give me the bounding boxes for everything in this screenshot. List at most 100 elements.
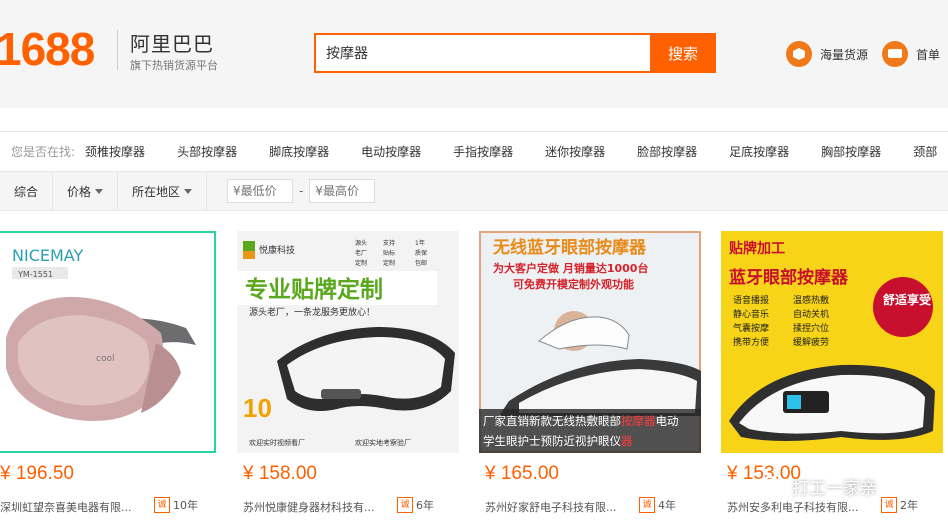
- brand-logo-text: NICEMAY: [12, 246, 83, 265]
- link-first-order-label: 首单: [916, 47, 941, 62]
- model-text: YM-1551: [17, 270, 53, 279]
- truck-icon: [882, 41, 908, 67]
- suggestion-item[interactable]: 脸部按摩器: [637, 143, 697, 160]
- svg-text:质保: 质保: [415, 249, 427, 257]
- chengxintong-badge-icon: 诚: [397, 497, 413, 513]
- headline-text: 蓝牙眼部按摩器: [729, 267, 849, 288]
- suggestion-item[interactable]: 电动按摩器: [361, 143, 421, 160]
- suggestion-item[interactable]: 颈椎按摩器: [85, 143, 145, 160]
- svg-text:贴标: 贴标: [383, 249, 395, 257]
- svg-text:1年: 1年: [415, 239, 425, 247]
- trust-years: 诚 6年: [397, 497, 434, 513]
- footer-left-text: 欢迎实时视频看厂: [249, 438, 305, 447]
- product-card[interactable]: NICEMAY YM-1551 cool ¥ 196.50 深圳虹望奈喜美电器有…: [0, 231, 216, 528]
- caret-down-icon: [184, 188, 193, 194]
- tag-text: 贴牌加工: [729, 240, 785, 257]
- company-link[interactable]: 深圳虹望奈喜美电器有限...: [0, 499, 150, 515]
- search-button[interactable]: 搜索: [650, 33, 716, 73]
- min-price-input[interactable]: [227, 179, 294, 203]
- suggestion-item[interactable]: 手指按摩器: [453, 143, 513, 160]
- filter-bar: 综合 价格 所在地区 -: [0, 171, 948, 211]
- header: 1688 阿里巴巴 旗下热销货源平台 搜索 海量货源 首单: [0, 0, 948, 108]
- watermark: 打工一家亲: [760, 474, 877, 499]
- stamp-text: 舒适享受: [882, 292, 931, 307]
- headline-text: 专业贴牌定制: [245, 276, 383, 303]
- years-label: 4年: [658, 499, 676, 512]
- logo-1688[interactable]: 1688: [0, 22, 95, 76]
- brand-text: 悦康科技: [259, 244, 295, 256]
- logo-title[interactable]: 阿里巴巴: [130, 28, 214, 57]
- logo-subtitle: 旗下热销货源平台: [130, 59, 218, 72]
- chengxintong-badge-icon: 诚: [881, 497, 897, 513]
- svg-text:定制: 定制: [355, 259, 367, 267]
- trust-years: 诚 10年: [154, 497, 198, 513]
- search-input[interactable]: [316, 35, 650, 71]
- link-first-order[interactable]: 首单: [882, 40, 940, 68]
- trust-years: 诚 2年: [881, 497, 918, 513]
- product-price: ¥ 158.00: [243, 463, 317, 484]
- search-box: [314, 33, 652, 73]
- company-link[interactable]: 苏州悦康健身器材科技有...: [243, 499, 393, 515]
- svg-text:老厂: 老厂: [355, 249, 367, 257]
- headline-text: 无线蓝牙眼部按摩器: [492, 237, 647, 258]
- line2-text: 为大客户定做 月销量达1000台: [493, 261, 648, 275]
- chengxintong-badge-icon: 诚: [154, 497, 170, 513]
- price-range: -: [207, 179, 376, 203]
- wechat-icon: [760, 475, 787, 498]
- product-image[interactable]: 贴牌加工 蓝牙眼部按摩器 语音播报 温感热敷 静心音乐 自动关机 气囊按摩 揉捏…: [721, 231, 943, 453]
- title-text: 厂家直销新款无线热敷眼部: [483, 414, 621, 428]
- region-filter[interactable]: 所在地区: [118, 172, 208, 210]
- suggestion-item[interactable]: 头部按摩器: [177, 143, 237, 160]
- sort-default[interactable]: 综合: [0, 172, 54, 210]
- price-range-dash: -: [299, 184, 304, 198]
- line3-text: 可免费开模定制外观功能: [513, 277, 634, 291]
- price-sort-label: 价格: [67, 184, 92, 199]
- product-card[interactable]: 无线蓝牙眼部按摩器 为大客户定做 月销量达1000台 可免费开模定制外观功能 厂…: [479, 231, 701, 528]
- product-title-overlay[interactable]: 厂家直销新款无线热敷眼部按摩器电动 学生眼护士预防近视护眼仪器: [479, 409, 701, 453]
- svg-text:携带方便: 携带方便: [733, 336, 769, 348]
- svg-text:语音播报: 语音播报: [733, 294, 769, 306]
- title-highlight: 器: [621, 434, 633, 448]
- years-label: 2年: [900, 499, 918, 512]
- link-massive-supply-label: 海量货源: [820, 47, 869, 62]
- promo-number: 10: [243, 393, 272, 423]
- svg-text:定制: 定制: [383, 259, 395, 267]
- suggestion-item[interactable]: 胸部按摩器: [821, 143, 881, 160]
- chengxintong-badge-icon: 诚: [639, 497, 655, 513]
- footer-right-text: 欢迎实地考察验厂: [355, 438, 411, 447]
- product-image[interactable]: NICEMAY YM-1551 cool: [0, 231, 216, 453]
- max-price-input[interactable]: [309, 179, 376, 203]
- price-sort[interactable]: 价格: [53, 172, 119, 210]
- years-label: 6年: [416, 499, 434, 512]
- svg-text:揉捏穴位: 揉捏穴位: [793, 322, 829, 334]
- product-image[interactable]: 无线蓝牙眼部按摩器 为大客户定做 月销量达1000台 可免费开模定制外观功能 厂…: [479, 231, 701, 453]
- device-label: cool: [96, 354, 114, 364]
- company-link[interactable]: 苏州好家舒电子科技有限...: [485, 499, 635, 515]
- svg-text:缓解疲劳: 缓解疲劳: [793, 336, 829, 348]
- svg-text:源头: 源头: [355, 239, 367, 247]
- tagline-text: 源头老厂，一条龙服务更放心！: [249, 306, 375, 318]
- caret-down-icon: [95, 188, 104, 194]
- region-filter-label: 所在地区: [132, 184, 181, 199]
- product-card[interactable]: 悦康科技 源头 支持 1年 老厂 贴标 质保 定制 定制 包邮 专业贴牌定制 源…: [237, 231, 459, 528]
- suggestion-item[interactable]: 脚底按摩器: [269, 143, 329, 160]
- product-image[interactable]: 悦康科技 源头 支持 1年 老厂 贴标 质保 定制 定制 包邮 专业贴牌定制 源…: [237, 231, 459, 453]
- title-text: 电动: [655, 414, 679, 428]
- box-icon: [786, 41, 812, 67]
- company-link[interactable]: 苏州安多利电子科技有限...: [727, 499, 877, 515]
- product-price: ¥ 196.50: [0, 463, 74, 484]
- suggestion-item[interactable]: 迷你按摩器: [545, 143, 605, 160]
- suggestion-bar: 您是否在找: 颈椎按摩器 头部按摩器 脚底按摩器 电动按摩器 手指按摩器 迷你按…: [0, 131, 948, 171]
- svg-text:温感热敷: 温感热敷: [793, 294, 829, 306]
- suggestion-item[interactable]: 颈部: [913, 143, 937, 160]
- link-massive-supply[interactable]: 海量货源: [786, 40, 868, 68]
- svg-text:支持: 支持: [383, 239, 395, 247]
- svg-text:气囊按摩: 气囊按摩: [733, 322, 769, 334]
- title-text: 学生眼护士预防近视护眼仪: [483, 434, 621, 448]
- svg-text:包邮: 包邮: [415, 259, 427, 267]
- suggestion-item[interactable]: 足底按摩器: [729, 143, 789, 160]
- sort-default-label: 综合: [14, 184, 39, 199]
- product-price: ¥ 165.00: [485, 463, 559, 484]
- logo-divider: [117, 30, 118, 70]
- svg-text:自动关机: 自动关机: [793, 308, 829, 320]
